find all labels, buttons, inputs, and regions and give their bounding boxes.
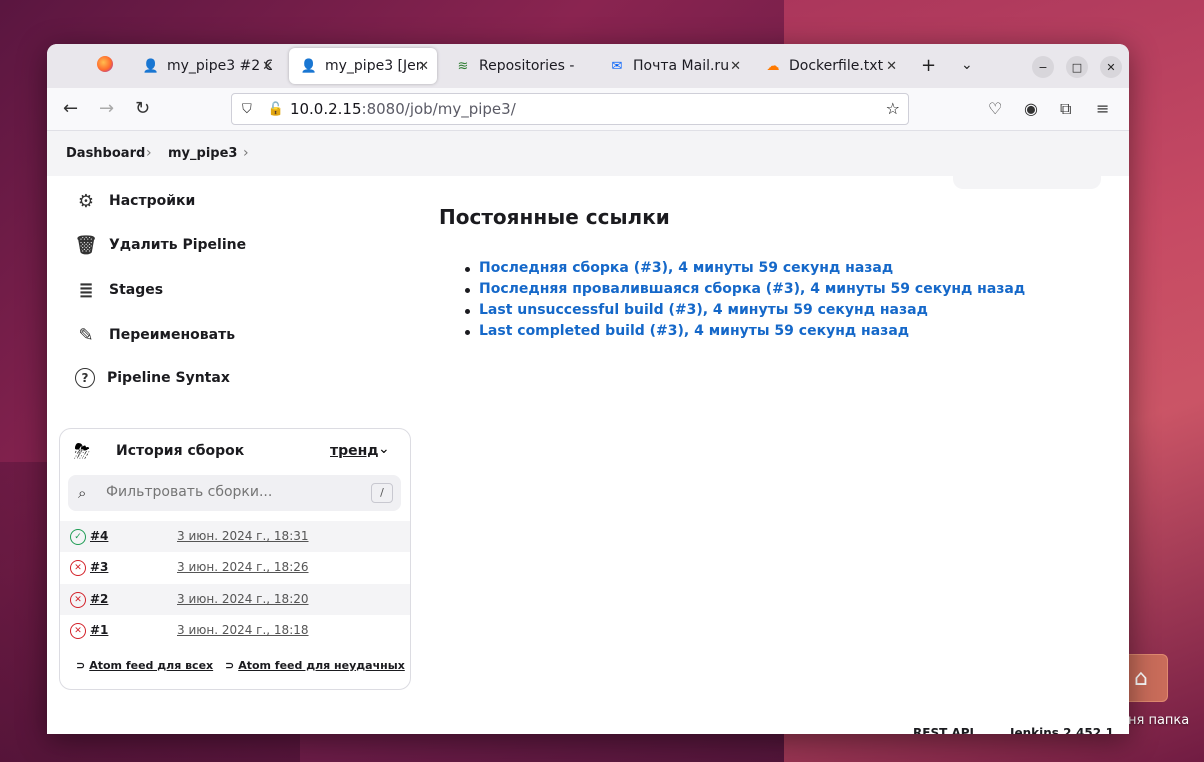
account-icon[interactable]: ◉ <box>1024 99 1038 118</box>
tab-mail[interactable]: ✉ Почта Mail.ru ✕ <box>597 44 749 88</box>
jenkins-icon: 👤 <box>300 58 318 74</box>
permalink-last-completed[interactable]: Last completed build (#3), 4 минуты 59 с… <box>465 323 1025 344</box>
chevron-right-icon[interactable]: › <box>243 145 249 161</box>
back-icon[interactable]: ← <box>63 98 78 119</box>
build-date[interactable]: 3 июн. 2024 г., 18:18 <box>177 623 309 637</box>
sidebar-item-label: Stages <box>109 282 164 298</box>
permalinks-title: Постоянные ссылки <box>439 205 670 229</box>
chevron-right-icon: › <box>146 145 152 161</box>
failed-icon: ✕ <box>70 592 86 608</box>
build-row[interactable]: ✕ #2 3 июн. 2024 г., 18:20 <box>60 584 410 615</box>
url-host: 10.0.2.15 <box>289 100 362 118</box>
bookmark-star-icon[interactable]: ☆ <box>886 99 900 118</box>
repo-icon: ≋ <box>457 58 469 74</box>
tab-repositories[interactable]: ≋ Repositories - <box>443 44 595 88</box>
sidebar-item-rename[interactable]: ✎ Переименовать <box>75 324 235 346</box>
search-icon: ⌕ <box>78 484 87 502</box>
failed-icon: ✕ <box>70 560 86 576</box>
failed-icon: ✕ <box>70 623 86 639</box>
shield-icon[interactable]: ⛉ <box>242 102 252 117</box>
success-icon: ✓ <box>70 529 86 545</box>
permalinks-list: Последняя сборка (#3), 4 минуты 59 секун… <box>465 260 1025 344</box>
close-tab-icon[interactable]: ✕ <box>262 59 273 74</box>
atom-feed-all-link[interactable]: Atom feed для всех <box>89 659 213 672</box>
url-bar[interactable]: ⛉ 🔓 10.0.2.15:8080/job/my_pipe3/ ☆ <box>231 93 909 125</box>
page-content: ⚙ Настройки 🗑 Удалить Pipeline ≣ Stages … <box>47 176 1129 734</box>
build-row[interactable]: ✕ #1 3 июн. 2024 г., 18:18 <box>60 615 410 646</box>
build-row[interactable]: ✕ #3 3 июн. 2024 г., 18:26 <box>60 552 410 583</box>
chevron-down-icon[interactable]: ⌄ <box>378 441 390 457</box>
browser-window: 👤 my_pipe3 #2 C ✕ 👤 my_pipe3 [Jen ✕ ≋ Re… <box>47 44 1129 734</box>
sidebar-item-stages[interactable]: ≣ Stages <box>75 279 163 301</box>
sidebar-item-label: Настройки <box>109 193 196 209</box>
url-path: :8080/job/my_pipe3/ <box>361 100 516 118</box>
sidebar-item-delete[interactable]: 🗑 Удалить Pipeline <box>74 234 247 256</box>
navigation-bar: ← → ↻ ⛉ 🔓 10.0.2.15:8080/job/my_pipe3/ ☆… <box>47 88 1129 131</box>
atom-feeds: ⊃ Atom feed для всех ⊃ Atom feed для неуда… <box>76 659 405 672</box>
layers-icon: ≣ <box>78 279 94 301</box>
trash-icon: 🗑 <box>74 234 98 256</box>
build-row[interactable]: ✓ #4 3 июн. 2024 г., 18:31 <box>60 521 410 552</box>
sidebar-item-pipeline-syntax[interactable]: ? Pipeline Syntax <box>75 368 230 388</box>
build-number[interactable]: #3 <box>90 560 108 574</box>
extensions-icon[interactable]: ⧉ <box>1060 99 1071 119</box>
close-tab-icon[interactable]: ✕ <box>418 59 429 74</box>
menu-icon[interactable]: ≡ <box>1096 99 1109 118</box>
build-date[interactable]: 3 июн. 2024 г., 18:31 <box>177 529 309 543</box>
build-date[interactable]: 3 июн. 2024 г., 18:20 <box>177 592 309 606</box>
minimize-icon[interactable]: − <box>1032 56 1054 78</box>
sidebar-item-label: Переименовать <box>109 327 236 343</box>
build-filter-input[interactable] <box>104 483 358 501</box>
sidebar-item-settings[interactable]: ⚙ Настройки <box>75 190 195 212</box>
pocket-icon[interactable]: ♡ <box>988 99 1002 118</box>
sidebar-item-label: Удалить Pipeline <box>109 237 247 253</box>
jenkins-version[interactable]: Jenkins 2.452.1 <box>1010 726 1114 734</box>
mail-icon: ✉ <box>611 58 623 74</box>
close-window-icon[interactable]: ✕ <box>1100 56 1122 78</box>
forward-icon[interactable]: → <box>99 98 114 119</box>
permalink-last-failed[interactable]: Последняя провалившаяся сборка (#3), 4 м… <box>465 281 1025 302</box>
close-tab-icon[interactable]: ✕ <box>886 59 897 74</box>
maximize-icon[interactable]: □ <box>1066 56 1088 78</box>
build-history-widget: ⛈ История сборок тренд ⌄ ⌕ / ✓ #4 3 июн.… <box>59 428 411 690</box>
firefox-view-icon[interactable] <box>97 56 113 77</box>
build-number[interactable]: #1 <box>90 623 108 637</box>
rss-icon: ⊃ <box>76 659 86 672</box>
build-history-title: История сборок <box>116 443 245 459</box>
atom-feed-failed-link[interactable]: Atom feed для неудачных <box>238 659 405 672</box>
breadcrumb: Dashboard › my_pipe3 › <box>47 131 1129 176</box>
tab-dockerfile[interactable]: ☁ Dockerfile.txt ✕ <box>753 44 905 88</box>
reload-icon[interactable]: ↻ <box>135 98 150 119</box>
permalink-last-unsuccessful[interactable]: Last unsuccessful build (#3), 4 минуты 5… <box>465 302 1025 323</box>
cloud-icon: ☁ <box>766 58 780 74</box>
permalink-last-build[interactable]: Последняя сборка (#3), 4 минуты 59 секун… <box>465 260 1025 281</box>
tab-bar: 👤 my_pipe3 #2 C ✕ 👤 my_pipe3 [Jen ✕ ≋ Re… <box>47 44 1129 88</box>
rest-api-link[interactable]: REST API <box>913 726 974 734</box>
top-card <box>953 176 1101 189</box>
build-number[interactable]: #2 <box>90 592 108 606</box>
build-number[interactable]: #4 <box>90 529 108 543</box>
rss-icon: ⊃ <box>224 659 235 672</box>
jenkins-icon: 👤 <box>142 58 160 74</box>
tab-my-pipe3-2[interactable]: 👤 my_pipe3 #2 C ✕ <box>131 44 281 88</box>
insecure-lock-icon[interactable]: 🔓 <box>268 102 284 117</box>
shortcut-key-badge: / <box>371 483 393 503</box>
tab-my-pipe3-active[interactable]: 👤 my_pipe3 [Jen ✕ <box>289 48 437 84</box>
trend-link[interactable]: тренд <box>330 443 379 459</box>
storm-cloud-icon: ⛈ <box>74 439 90 463</box>
build-filter[interactable]: ⌕ / <box>68 475 401 511</box>
list-tabs-chevron-icon[interactable]: ⌄ <box>961 57 973 73</box>
desktop-folder-label: ня папка <box>1128 713 1190 728</box>
build-date[interactable]: 3 июн. 2024 г., 18:26 <box>177 560 309 574</box>
pencil-icon: ✎ <box>78 324 94 346</box>
breadcrumb-dashboard[interactable]: Dashboard <box>66 146 145 161</box>
gear-icon: ⚙ <box>77 190 95 212</box>
breadcrumb-job[interactable]: my_pipe3 <box>168 146 237 161</box>
sidebar-item-label: Pipeline Syntax <box>107 370 230 386</box>
close-tab-icon[interactable]: ✕ <box>730 59 741 74</box>
new-tab-icon[interactable]: + <box>921 55 936 76</box>
help-icon: ? <box>75 368 95 388</box>
